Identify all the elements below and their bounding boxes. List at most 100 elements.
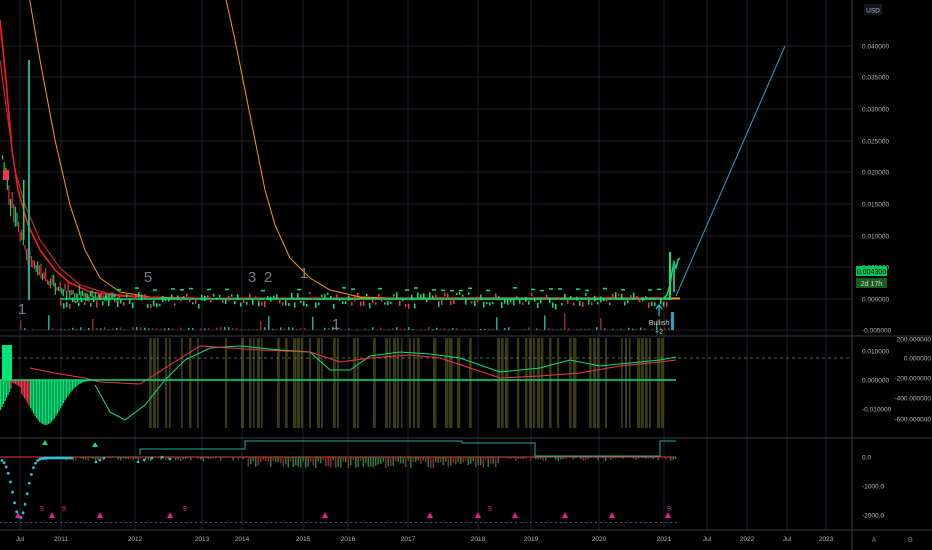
bottom-bar	[147, 457, 149, 460]
bottom-bar	[637, 457, 639, 459]
dot-row	[85, 522, 87, 523]
volume-bar	[44, 329, 46, 330]
indicator-pane[interactable]: 9 9 9 9 9	[0, 440, 677, 523]
settings-button[interactable]: ⚙	[907, 536, 913, 544]
dot-row	[75, 522, 77, 523]
cyan-dot	[9, 480, 12, 484]
volume-bar	[388, 328, 390, 330]
bottom-bar	[400, 457, 402, 464]
signal-band	[397, 338, 399, 428]
histogram-bar	[63, 380, 65, 404]
dot-row	[390, 522, 392, 523]
bottom-bar	[117, 457, 119, 460]
bottom-bar	[307, 457, 309, 467]
flat-candle	[327, 292, 329, 295]
dot-row	[525, 522, 527, 523]
flat-candle	[381, 299, 383, 302]
bottom-bar	[177, 457, 179, 460]
dot-row	[410, 522, 412, 523]
bottom-bar	[635, 457, 637, 460]
flat-candle	[621, 293, 623, 299]
dot-row	[20, 522, 22, 523]
magenta-triangle-icon	[562, 512, 568, 518]
histogram-bar	[45, 380, 47, 425]
volume-bar	[580, 328, 582, 330]
bottom-bar	[92, 457, 94, 460]
signal-band	[557, 338, 560, 428]
histogram-bar	[75, 380, 77, 388]
dot-row	[80, 522, 82, 523]
bottom-bar	[602, 457, 604, 459]
signal-band	[529, 338, 532, 428]
volume-bar	[148, 328, 150, 330]
flat-candle	[120, 298, 122, 304]
flat-candle	[207, 295, 209, 299]
bottom-bar	[250, 457, 252, 465]
signal-marker	[603, 287, 607, 290]
flat-candle	[159, 303, 161, 307]
volume-bar	[296, 329, 298, 330]
signal-band	[373, 338, 376, 428]
dot-row	[660, 522, 662, 523]
bottom-bar	[377, 457, 379, 465]
signal-marker	[486, 289, 490, 292]
dot-row	[205, 522, 207, 523]
bottom-bar	[72, 457, 74, 461]
volume-bar	[540, 329, 542, 330]
dot-row	[305, 522, 307, 523]
dot-row	[40, 522, 42, 523]
magenta-triangle-icon	[167, 512, 173, 518]
price-pane[interactable]: 1 5 3 2 1 1	[0, 0, 786, 333]
nine-label: 9	[40, 506, 44, 513]
flat-candle	[249, 293, 251, 298]
flat-candle	[594, 295, 596, 302]
volume-bar	[560, 328, 562, 330]
histogram-bar	[61, 380, 63, 406]
magenta-triangle-icon	[475, 512, 481, 518]
flat-candle	[516, 296, 518, 300]
auto-scale-button[interactable]: A	[872, 537, 877, 544]
bottom-bar	[507, 457, 509, 459]
signal-band	[549, 338, 552, 428]
volume-bar	[24, 328, 26, 330]
currency-label[interactable]: USD	[866, 8, 880, 15]
candle	[77, 294, 79, 303]
volume-bar	[280, 327, 282, 330]
oscillator-pane[interactable]	[0, 338, 852, 428]
bottom-bar	[500, 457, 502, 458]
dot-row	[250, 522, 252, 523]
signal-band	[277, 338, 280, 428]
magenta-triangle-icon	[609, 512, 615, 518]
flat-candle	[405, 303, 407, 307]
histogram-bar	[1, 380, 3, 407]
flat-candle	[423, 293, 425, 299]
bottom-bar	[590, 457, 592, 458]
volume-bar	[652, 329, 654, 330]
histogram-bar	[52, 380, 54, 421]
flat-candle	[234, 300, 236, 305]
bottom-bar	[320, 457, 322, 464]
chart-canvas[interactable]: 15 3 2 11 99999 0.0400000.0350000.0300000.0…	[0, 0, 932, 550]
histogram-bar	[39, 380, 41, 422]
histogram-bar	[66, 380, 68, 399]
volume-bar	[64, 329, 66, 330]
signal-marker	[621, 289, 625, 291]
volume-bar	[396, 327, 398, 330]
bottom-bar	[302, 457, 304, 462]
flat-candle	[228, 296, 230, 301]
signal-band	[389, 338, 391, 428]
osc-tick-label: 0.000000	[862, 378, 889, 385]
flat-candle	[225, 298, 227, 304]
bottom-bar	[430, 457, 432, 468]
dot-row	[530, 522, 532, 523]
volume-bar	[628, 327, 630, 330]
bottom-bar	[672, 457, 674, 460]
dot-row	[625, 522, 627, 523]
flat-candle	[612, 293, 614, 300]
histogram-bar	[9, 380, 11, 392]
dot-row	[95, 522, 97, 523]
nine-label: 9	[62, 506, 66, 513]
bottom-bar	[275, 457, 277, 463]
last-price-label: 0.004300	[857, 269, 886, 276]
volume-bar	[232, 327, 234, 330]
